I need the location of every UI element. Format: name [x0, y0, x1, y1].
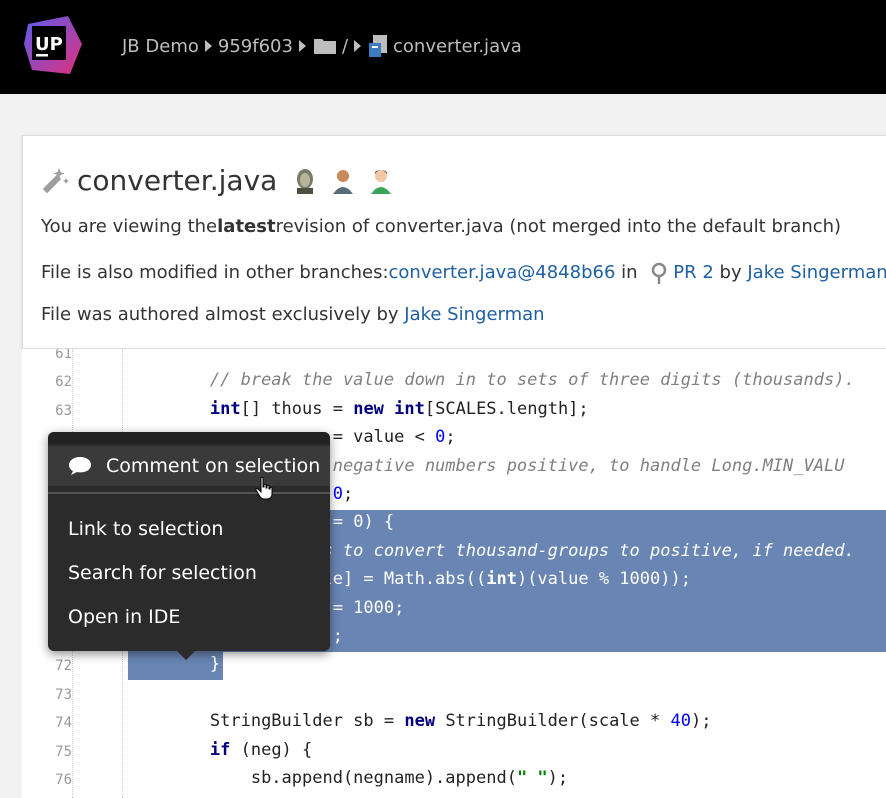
chevron-right-icon	[204, 40, 212, 52]
link-to-selection-label: Link to selection	[68, 518, 224, 540]
breadcrumb-path-sep: /	[341, 35, 349, 57]
code-text: // break the value down in to sets of th…	[209, 370, 855, 391]
hand-cursor-icon	[255, 476, 273, 500]
line-number[interactable]: 72	[22, 658, 72, 674]
code-line[interactable]: 61	[22, 349, 886, 367]
pull-request-link[interactable]: PR 2	[673, 262, 714, 283]
code-text: sb.append(negname).append(" ");	[209, 768, 569, 788]
file-title-text: converter.java	[77, 163, 278, 197]
authorship-info: File was authored almost exclusively by …	[41, 304, 545, 325]
code-text: StringBuilder sb = new StringBuilder(sca…	[209, 711, 712, 732]
chevron-right-icon	[354, 40, 362, 52]
comment-icon	[69, 457, 91, 475]
open-in-ide-item[interactable]: Open in IDE	[68, 606, 180, 628]
pull-request-icon	[652, 262, 667, 284]
link-to-selection-item[interactable]: Link to selection	[68, 518, 223, 540]
search-for-selection-item[interactable]: Search for selection	[68, 562, 257, 584]
menu-divider	[48, 492, 330, 494]
code-text: int[] thous = new int[SCALES.length];	[209, 398, 589, 419]
line-number[interactable]: 73	[22, 687, 72, 703]
breadcrumb-file[interactable]: converter.java	[393, 36, 522, 57]
author-link[interactable]: Jake Singerman	[747, 262, 886, 283]
authorship-info-text: File was authored almost exclusively by	[41, 304, 405, 325]
code-line[interactable]: 76 sb.append(negname).append(" ");	[22, 765, 886, 793]
selection-context-menu: Comment on selection Link to selection S…	[48, 432, 330, 660]
breadcrumb: JB Demo 959f603 / converter.java	[122, 34, 522, 58]
code-line[interactable]: 74 StringBuilder sb = new StringBuilder(…	[22, 708, 886, 736]
avatar[interactable]	[329, 166, 358, 194]
revision-info-text: You are viewing the	[41, 216, 218, 237]
breadcrumb-project[interactable]: JB Demo	[122, 36, 199, 57]
revision-latest: latest	[217, 216, 276, 237]
line-number[interactable]: 61	[22, 349, 72, 362]
magic-wand-icon	[42, 168, 69, 194]
line-number[interactable]: 62	[22, 374, 72, 390]
line-number[interactable]: 76	[22, 772, 72, 788]
code-line[interactable]: 73	[22, 680, 886, 708]
code-text: }	[209, 654, 221, 675]
branches-info-text: in	[615, 261, 644, 283]
branch-revision-link[interactable]: converter.java@4848b66	[389, 262, 616, 283]
folder-icon[interactable]	[313, 38, 336, 54]
line-number[interactable]: 74	[22, 715, 72, 731]
comment-on-selection-item[interactable]: Comment on selection	[48, 446, 330, 486]
code-text: if (neg) {	[209, 739, 313, 760]
branches-info-text: by	[713, 261, 748, 283]
search-for-selection-label: Search for selection	[68, 562, 257, 584]
file-info-card: converter.java You are viewing the lates…	[22, 135, 886, 349]
author-link[interactable]: Jake Singerman	[404, 304, 544, 325]
revision-info-text: revision of converter.java (not merged i…	[275, 216, 842, 237]
revision-info: You are viewing the latest revision of c…	[41, 216, 841, 237]
comment-on-selection-label: Comment on selection	[106, 455, 321, 477]
top-bar: UP JB Demo 959f603 / converter.java	[0, 0, 886, 94]
upsource-logo[interactable]: UP	[22, 14, 84, 76]
branches-info-text: File is also modified in other branches:	[41, 261, 389, 283]
code-line[interactable]: 62 // break the value down in to sets of…	[22, 367, 886, 395]
code-line[interactable]: 72 }	[22, 651, 886, 679]
code-line[interactable]: 75 if (neg) {	[22, 737, 886, 765]
avatar[interactable]	[367, 166, 396, 194]
file-title: converter.java	[39, 160, 396, 200]
java-file-icon	[369, 35, 388, 57]
code-line[interactable]: 63 int[] thous = new int[SCALES.length];	[22, 396, 886, 424]
line-number[interactable]: 75	[22, 744, 72, 760]
avatar[interactable]	[291, 166, 320, 194]
chevron-right-icon	[298, 40, 306, 52]
popup-tail	[176, 650, 196, 660]
open-in-ide-label: Open in IDE	[68, 606, 181, 628]
branches-info: File is also modified in other branches:…	[41, 260, 886, 284]
svg-text:UP: UP	[35, 34, 63, 55]
line-number[interactable]: 63	[22, 403, 72, 419]
breadcrumb-revision[interactable]: 959f603	[218, 36, 293, 57]
